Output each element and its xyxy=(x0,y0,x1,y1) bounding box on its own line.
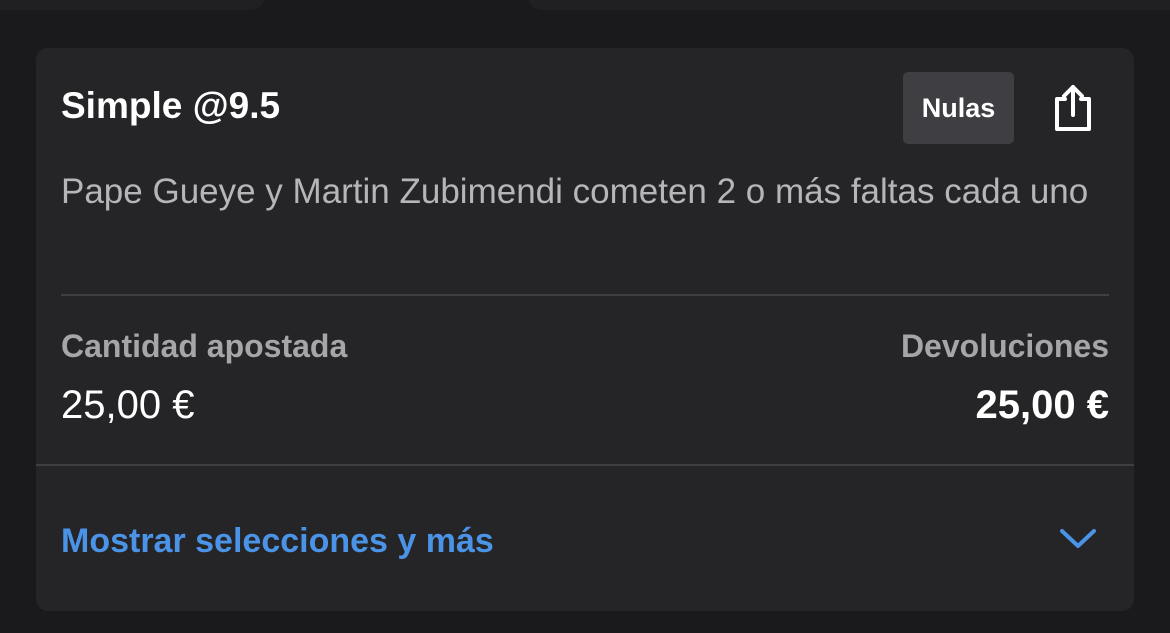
divider xyxy=(61,294,1109,296)
share-button[interactable] xyxy=(1045,80,1101,136)
show-selections-link[interactable]: Mostrar selecciones y más xyxy=(61,520,494,562)
stake-value: 25,00 € xyxy=(61,383,195,427)
chevron-down-icon[interactable] xyxy=(1056,522,1100,554)
bet-title: Simple @9.5 xyxy=(61,85,281,126)
top-tabs xyxy=(0,0,1170,12)
show-selections-toggle[interactable]: Mostrar selecciones y más xyxy=(36,466,1134,611)
share-icon xyxy=(1055,85,1091,131)
top-tab-left[interactable] xyxy=(0,0,265,10)
returns-label: Devoluciones xyxy=(900,328,1109,364)
returns-value: 25,00 € xyxy=(975,383,1109,427)
stake-label: Cantidad apostada xyxy=(61,328,348,364)
bet-description: Pape Gueye y Martin Zubimendi cometen 2 … xyxy=(61,172,1089,211)
status-badge: Nulas xyxy=(903,72,1014,144)
top-tab-right[interactable] xyxy=(528,0,1170,10)
bet-card: Simple @9.5 Nulas Pape Gueye y Martin Zu… xyxy=(36,48,1134,611)
